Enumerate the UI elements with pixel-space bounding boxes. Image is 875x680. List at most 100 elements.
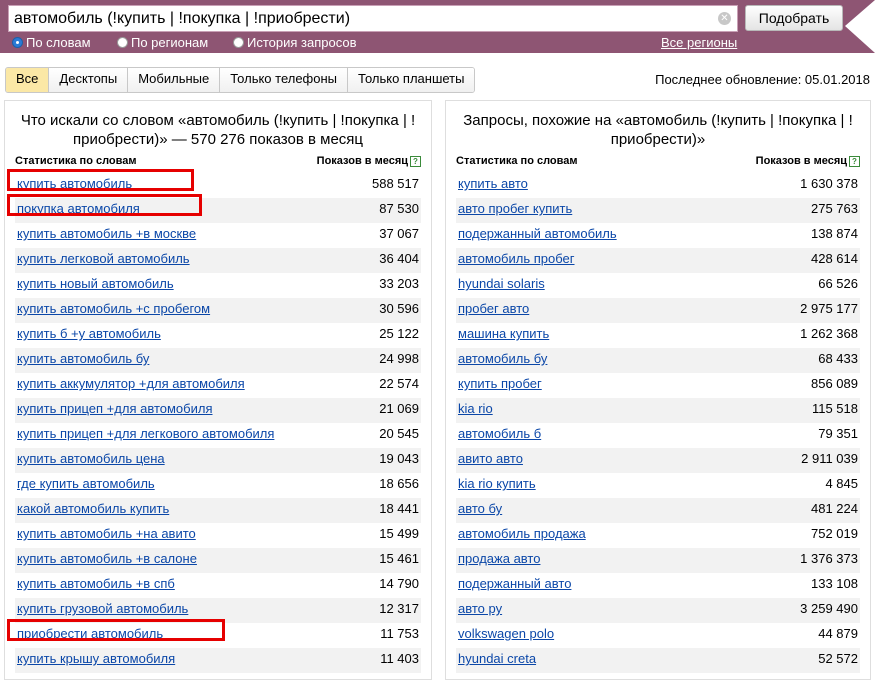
keyword-link[interactable]: авто пробег купить: [458, 198, 572, 220]
clear-icon[interactable]: ✕: [718, 12, 731, 25]
radio-icon[interactable]: [117, 37, 128, 48]
tab-all[interactable]: Все: [6, 68, 50, 92]
keyword-link[interactable]: купить авто: [458, 173, 528, 195]
tab-desktops[interactable]: Десктопы: [49, 68, 129, 92]
count-value: 15 461: [379, 551, 419, 566]
keyword-link[interactable]: купить автомобиль +в салоне: [17, 548, 197, 570]
keyword-link[interactable]: автомобиль бу: [458, 348, 547, 370]
tab-phones[interactable]: Только телефоны: [220, 68, 349, 92]
table-row: пробег авто 2 975 177: [456, 298, 860, 323]
table-row: купить автомобиль +на авито 15 499: [15, 523, 421, 548]
count-value: 2 975 177: [800, 301, 858, 316]
keyword-link[interactable]: авто бу: [458, 498, 502, 520]
keyword-link[interactable]: купить прицеп +для автомобиля: [17, 398, 213, 420]
keyword-link[interactable]: купить автомобиль цена: [17, 448, 165, 470]
keyword-link[interactable]: авто ру: [458, 598, 502, 620]
table-row: подержанный автомобиль 138 874: [456, 223, 860, 248]
table-row: купить автомобиль +в салоне 15 461: [15, 548, 421, 573]
bar-edge: [845, 0, 875, 53]
keyword-link[interactable]: купить автомобиль +в москве: [17, 223, 196, 245]
mode-by-regions[interactable]: По регионам: [117, 35, 208, 50]
keyword-link[interactable]: kia rio купить: [458, 473, 536, 495]
table-row: купить крышу автомобиля 11 403: [15, 648, 421, 673]
radio-icon[interactable]: [233, 37, 244, 48]
count-value: 138 874: [811, 226, 858, 241]
count-value: 87 530: [379, 201, 419, 216]
table-row: купить аккумулятор +для автомобиля 22 574: [15, 373, 421, 398]
keyword-link[interactable]: подержанный авто: [458, 573, 571, 595]
keyword-link[interactable]: купить пробег: [458, 373, 542, 395]
table-row: купить авто 1 630 378: [456, 173, 860, 198]
count-value: 68 433: [818, 351, 858, 366]
keyword-link[interactable]: купить аккумулятор +для автомобиля: [17, 373, 245, 395]
count-value: 12 317: [379, 601, 419, 616]
keyword-link[interactable]: пробег авто: [458, 298, 529, 320]
table-row: kia rio купить 4 845: [456, 473, 860, 498]
count-value: 22 574: [379, 376, 419, 391]
count-value: 481 224: [811, 501, 858, 516]
keyword-link[interactable]: купить автомобиль бу: [17, 348, 149, 370]
keyword-link[interactable]: авито авто: [458, 448, 523, 470]
table-row: купить автомобиль бу 24 998: [15, 348, 421, 373]
keyword-link[interactable]: hyundai creta: [458, 648, 536, 670]
count-value: 19 043: [379, 451, 419, 466]
keyword-link[interactable]: купить автомобиль +с пробегом: [17, 298, 210, 320]
count-value: 52 572: [818, 651, 858, 666]
keyword-link[interactable]: автомобиль продажа: [458, 523, 586, 545]
tab-mobile[interactable]: Мобильные: [128, 68, 221, 92]
keyword-link[interactable]: купить автомобиль +в спб: [17, 573, 175, 595]
count-value: 3 259 490: [800, 601, 858, 616]
keyword-link[interactable]: купить автомобиль +на авито: [17, 523, 196, 545]
help-icon[interactable]: ?: [410, 156, 421, 167]
col-keyword: Статистика по словам: [15, 155, 137, 167]
keyword-link[interactable]: купить новый автомобиль: [17, 273, 174, 295]
table-row: авто бу 481 224: [456, 498, 860, 523]
pick-button[interactable]: Подобрать: [745, 5, 843, 31]
keyword-link[interactable]: автомобиль б: [458, 423, 541, 445]
search-input[interactable]: автомобиль (!купить | !покупка | !приобр…: [8, 5, 738, 32]
keyword-link[interactable]: какой автомобиль купить: [17, 498, 169, 520]
search-query[interactable]: автомобиль (!купить | !покупка | !приобр…: [14, 10, 350, 28]
keyword-link[interactable]: продажа авто: [458, 548, 540, 570]
keyword-link[interactable]: машина купить: [458, 323, 549, 345]
all-regions-link[interactable]: Все регионы: [661, 35, 737, 50]
keyword-link[interactable]: купить б +у автомобиль: [17, 323, 161, 345]
count-value: 14 790: [379, 576, 419, 591]
table-row: volkswagen polo 44 879: [456, 623, 860, 648]
table-row: автомобиль б 79 351: [456, 423, 860, 448]
count-value: 66 526: [818, 276, 858, 291]
right-panel-title: Запросы, похожие на «автомобиль (!купить…: [463, 112, 853, 148]
keyword-link[interactable]: volkswagen polo: [458, 623, 554, 645]
mode-by-words[interactable]: По словам: [12, 35, 91, 50]
last-update: Последнее обновление: 05.01.2018: [655, 72, 870, 87]
keyword-link[interactable]: купить крышу автомобиля: [17, 648, 175, 670]
table-row: покупка автомобиля 87 530: [7, 194, 421, 223]
radio-icon[interactable]: [12, 37, 23, 48]
keyword-link[interactable]: подержанный автомобиль: [458, 223, 617, 245]
right-table-header: Статистика по словам Показов в месяц?: [456, 155, 860, 167]
keyword-link[interactable]: купить грузовой автомобиль: [17, 598, 188, 620]
count-value: 11 753: [380, 626, 419, 641]
table-row: kia rio 115 518: [456, 398, 860, 423]
table-row: hyundai creta 52 572: [456, 648, 860, 673]
mode-history[interactable]: История запросов: [233, 35, 357, 50]
count-value: 30 596: [379, 301, 419, 316]
highlight-box: [7, 194, 202, 216]
keyword-link[interactable]: hyundai solaris: [458, 273, 545, 295]
count-value: 4 845: [825, 476, 858, 491]
count-value: 25 122: [379, 326, 419, 341]
keyword-link[interactable]: купить прицеп +для легкового автомобиля: [17, 423, 274, 445]
help-icon[interactable]: ?: [849, 156, 860, 167]
count-value: 21 069: [379, 401, 419, 416]
keyword-link[interactable]: где купить автомобиль: [17, 473, 155, 495]
keyword-link[interactable]: kia rio: [458, 398, 493, 420]
table-row: автомобиль бу 68 433: [456, 348, 860, 373]
tab-tablets[interactable]: Только планшеты: [348, 68, 475, 92]
keyword-link[interactable]: купить легковой автомобиль: [17, 248, 190, 270]
count-value: 275 763: [811, 201, 858, 216]
count-value: 20 545: [379, 426, 419, 441]
left-rows: купить автомобиль 588 517 покупка автомоби…: [7, 169, 421, 673]
keyword-link[interactable]: автомобиль пробег: [458, 248, 575, 270]
right-panel: Запросы, похожие на «автомобиль (!купить…: [445, 100, 871, 680]
highlight-box: [7, 619, 225, 641]
